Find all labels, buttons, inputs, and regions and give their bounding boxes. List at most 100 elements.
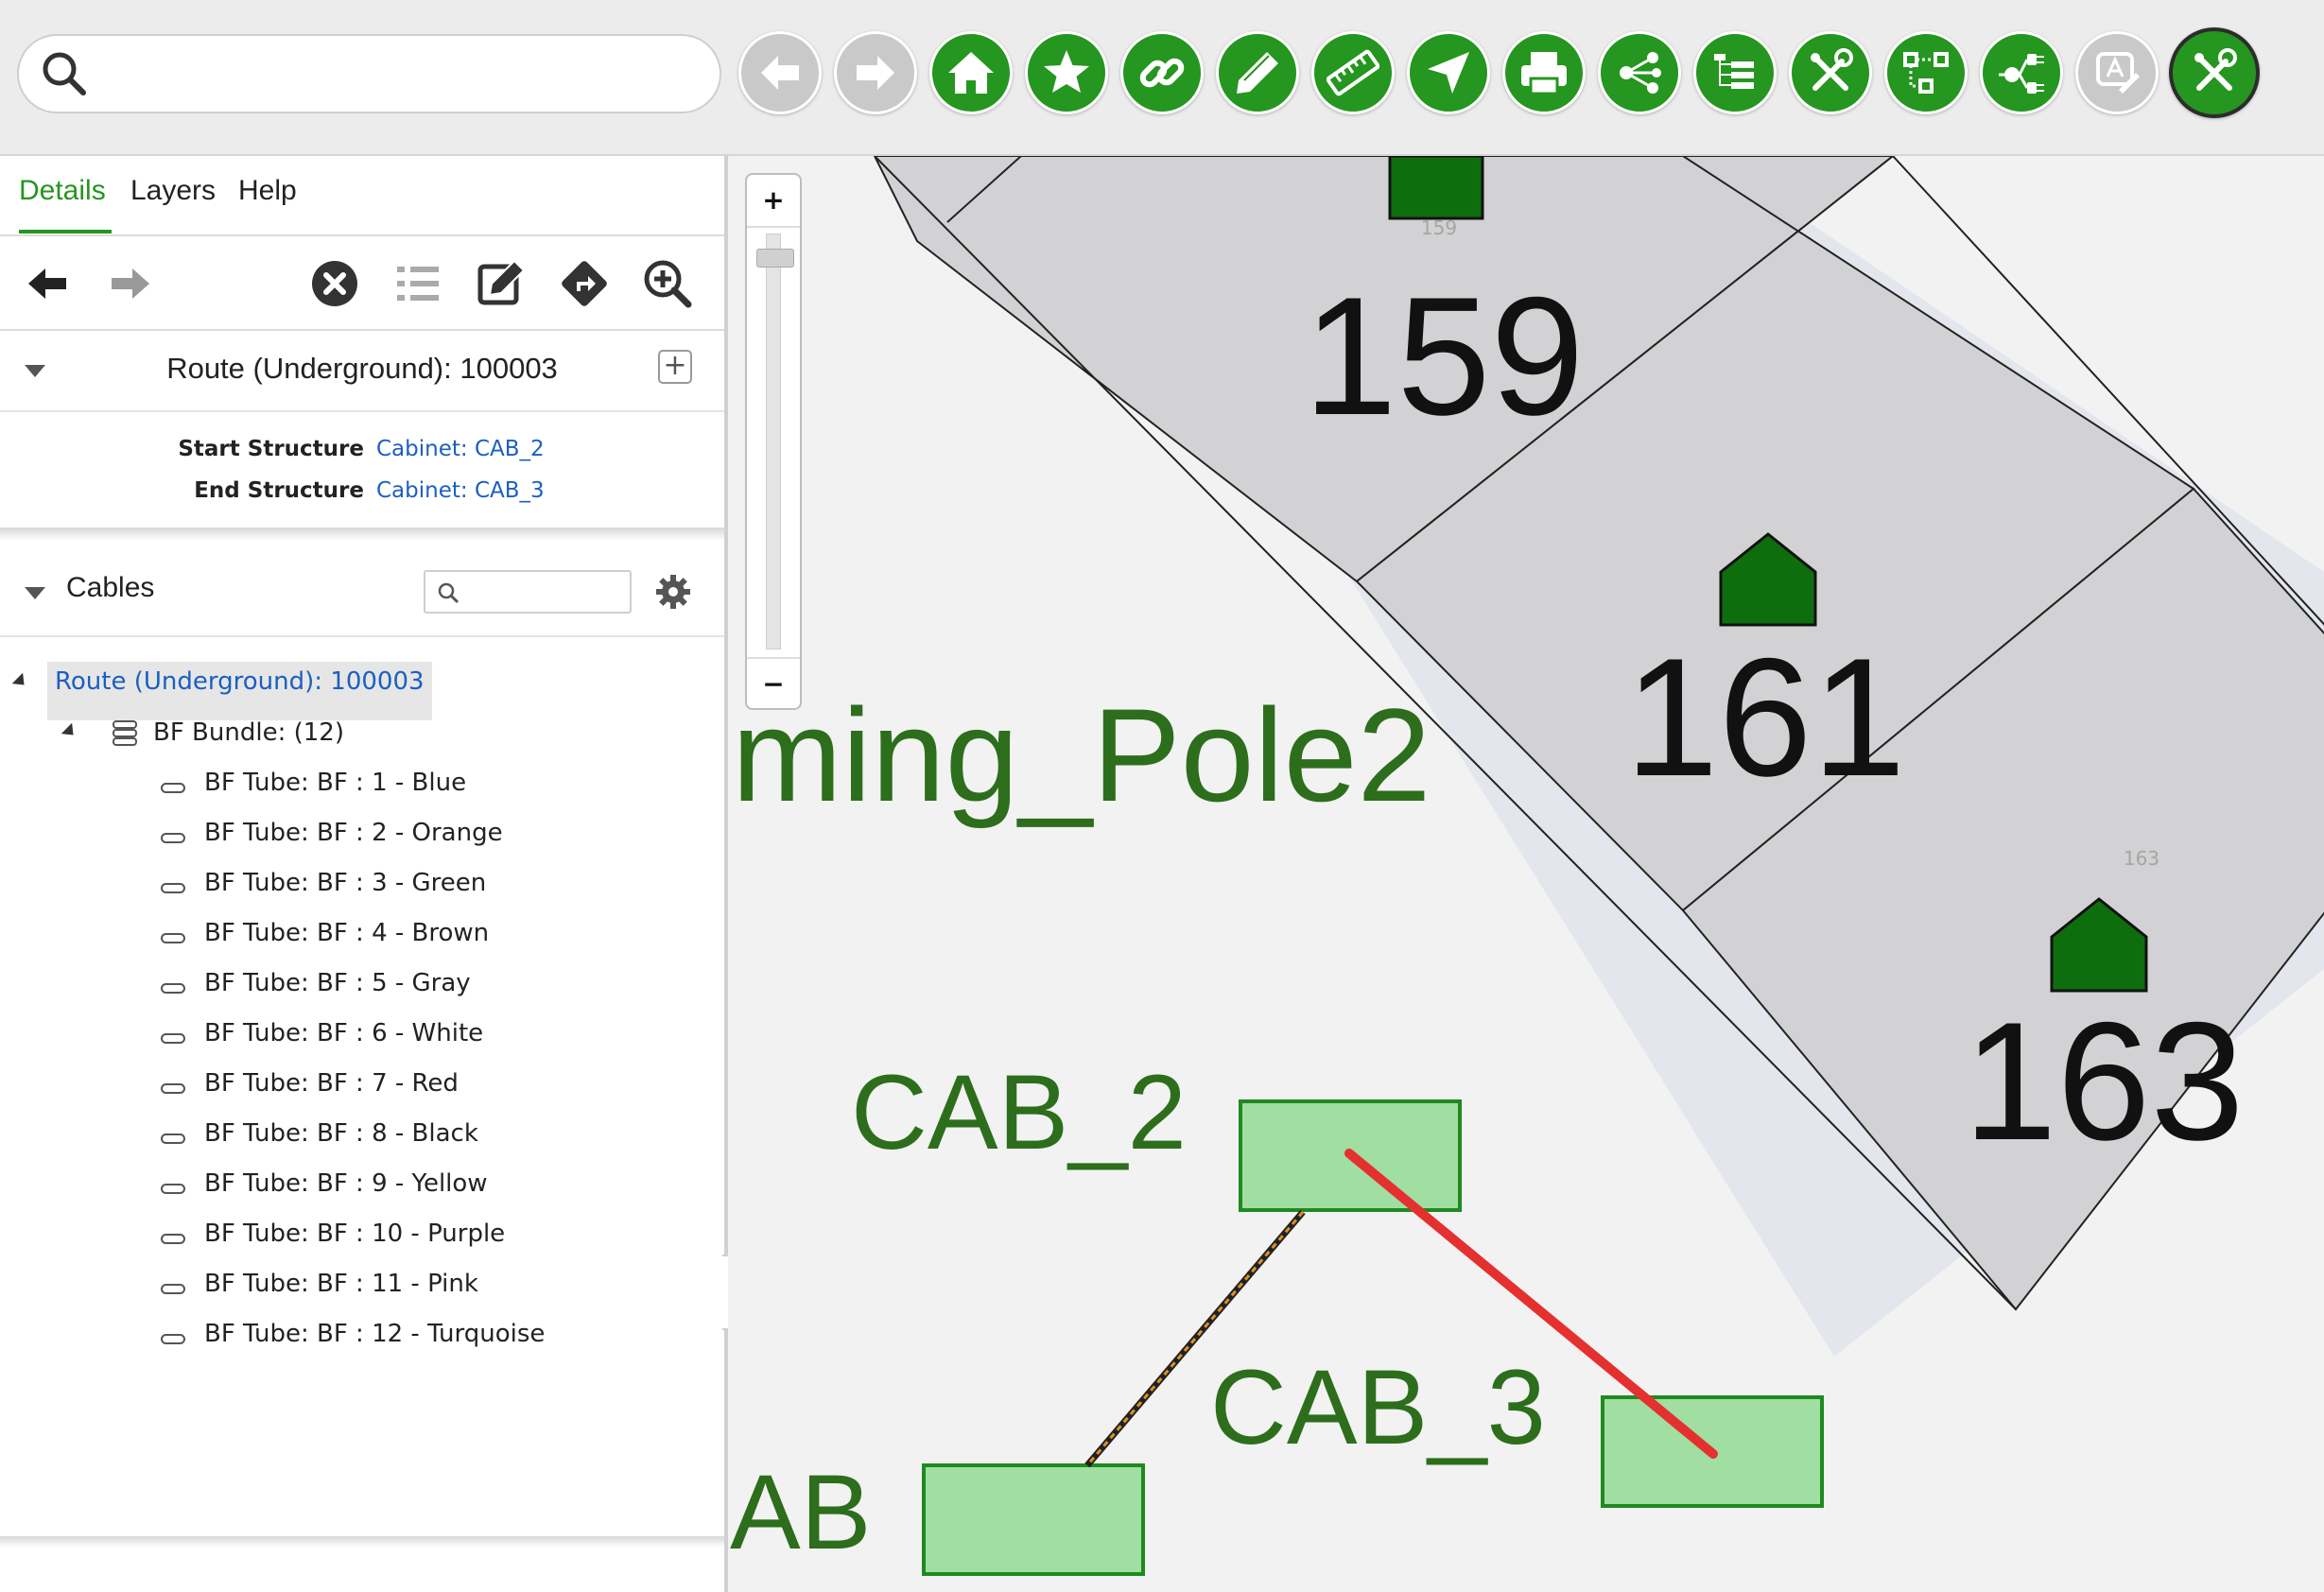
active-tab-indicator	[19, 230, 112, 234]
parcel-number-label: 161	[1625, 623, 1906, 811]
list-icon[interactable]	[391, 257, 444, 310]
tree-tube-item[interactable]: BF Tube: BF : 4 - Brown	[204, 919, 489, 966]
tube-icon	[161, 1033, 185, 1044]
tree-tube-item[interactable]: BF Tube: BF : 8 - Black	[204, 1119, 478, 1167]
link-icon	[1139, 58, 1185, 88]
pencil-icon	[1237, 52, 1278, 94]
zoom-out-button[interactable]: −	[747, 657, 800, 710]
ruler-icon	[1327, 49, 1379, 96]
tree-tube-item[interactable]: BF Tube: BF : 12 - Turquoise	[204, 1320, 545, 1367]
clear-icon[interactable]	[308, 257, 361, 310]
end-structure-label: End Structure	[194, 478, 364, 503]
forward-button[interactable]	[834, 31, 917, 114]
route-properties: Start Structure Cabinet: CAB_2 End Struc…	[0, 412, 724, 528]
end-structure-link[interactable]: Cabinet: CAB_3	[376, 478, 545, 503]
collapse-triangle-icon[interactable]	[25, 587, 45, 599]
directions-icon[interactable]	[558, 257, 611, 310]
zoom-slider-handle[interactable]	[756, 249, 794, 268]
print-button[interactable]	[1502, 31, 1586, 114]
edit-button[interactable]	[1216, 31, 1299, 114]
home-icon	[948, 52, 994, 94]
section-divider	[0, 528, 724, 541]
search-box[interactable]	[17, 34, 721, 113]
arrow-left-icon	[761, 56, 799, 90]
tree-bundle[interactable]: BF Bundle: (12)	[153, 718, 344, 766]
cable-tree: Route (Underground): 100003 BF Bundle: (…	[0, 638, 724, 1385]
tree-tube-item[interactable]: BF Tube: BF : 9 - Yellow	[204, 1169, 488, 1217]
parcel-number-label: 163	[1964, 987, 2245, 1175]
tree-tube-item[interactable]: BF Tube: BF : 5 - Gray	[204, 969, 471, 1016]
tube-icon	[161, 1133, 185, 1144]
active-tools-button[interactable]	[2169, 27, 2260, 118]
hierarchy-button[interactable]	[1693, 31, 1777, 114]
gear-icon[interactable]	[654, 573, 692, 611]
forward-arrow-icon[interactable]	[104, 257, 157, 310]
start-structure-label: Start Structure	[178, 437, 364, 461]
tube-icon	[161, 1184, 185, 1194]
top-toolbar	[0, 0, 2324, 156]
cables-header: Cables	[0, 548, 724, 637]
plug-button[interactable]	[1980, 31, 2063, 114]
start-structure-link[interactable]: Cabinet: CAB_2	[376, 437, 545, 461]
search-icon	[438, 582, 460, 604]
tube-icon	[161, 783, 185, 793]
tree-tube-item[interactable]: BF Tube: BF : 6 - White	[204, 1019, 483, 1066]
cable-search-box[interactable]	[424, 570, 632, 614]
cables-title: Cables	[66, 572, 155, 603]
tree-list-icon	[1714, 54, 1754, 89]
share-icon	[1620, 52, 1661, 94]
tab-details[interactable]: Details	[19, 175, 106, 207]
tree-tube-item[interactable]: BF Tube: BF : 7 - Red	[204, 1069, 459, 1116]
tools-button[interactable]	[1789, 31, 1872, 114]
network-nodes-icon	[1903, 52, 1949, 94]
share-button[interactable]	[1598, 31, 1681, 114]
zoom-in-button[interactable]: +	[747, 175, 800, 228]
navigate-button[interactable]	[1407, 31, 1490, 114]
zoom-to-icon[interactable]	[641, 257, 694, 310]
building-159[interactable]	[1388, 156, 1484, 220]
measure-button[interactable]	[1311, 31, 1395, 114]
cable-search-input[interactable]	[469, 578, 624, 608]
tree-tube-item[interactable]: BF Tube: BF : 2 - Orange	[204, 819, 503, 866]
tree-tube-item[interactable]: BF Tube: BF : 11 - Pink	[204, 1270, 478, 1317]
printer-icon	[1521, 52, 1567, 95]
tube-icon	[161, 1083, 185, 1094]
parcel-small-label: 163	[2124, 847, 2159, 870]
search-input[interactable]	[104, 47, 694, 102]
text-annotation-icon	[2096, 52, 2140, 94]
back-button[interactable]	[738, 31, 822, 114]
tree-tube-item[interactable]: BF Tube: BF : 3 - Green	[204, 869, 486, 916]
tab-help[interactable]: Help	[238, 175, 297, 207]
route-header[interactable]: Route (Underground): 100003 +	[0, 331, 724, 412]
arrow-right-icon	[857, 56, 894, 90]
navigation-arrow-icon	[1428, 52, 1469, 94]
home-button[interactable]	[929, 31, 1013, 114]
edit-details-icon[interactable]	[475, 257, 528, 310]
cabinet-partial[interactable]	[922, 1463, 1145, 1576]
bookmark-button[interactable]	[1025, 31, 1108, 114]
zoom-control: + −	[745, 173, 802, 710]
search-icon	[43, 52, 86, 95]
expand-triangle-icon[interactable]	[61, 722, 79, 741]
connections-button[interactable]	[1884, 31, 1968, 114]
link-button[interactable]	[1120, 31, 1204, 114]
tab-layers[interactable]: Layers	[130, 175, 216, 207]
expand-triangle-icon[interactable]	[11, 672, 30, 691]
panel-bottom-shadow	[0, 1536, 724, 1548]
add-button[interactable]: +	[658, 350, 692, 384]
tree-tube-item[interactable]: BF Tube: BF : 10 - Purple	[204, 1220, 505, 1267]
cab2-label: CAB_2	[851, 1053, 1187, 1171]
details-panel: Details Layers Help Route (Underground):…	[0, 156, 724, 1592]
zoom-slider-track[interactable]	[766, 234, 781, 649]
tools-icon	[2194, 48, 2237, 91]
map-canvas[interactable]: 159 163 159 161 163 ming_Pole2 CAB_2 CAB…	[728, 156, 2324, 1592]
back-arrow-icon[interactable]	[21, 257, 74, 310]
tube-icon	[161, 1284, 185, 1294]
tree-tube-item[interactable]: BF Tube: BF : 1 - Blue	[204, 769, 466, 816]
bundle-icon	[113, 720, 137, 746]
tube-icon	[161, 1334, 185, 1344]
annotate-button[interactable]	[2075, 31, 2159, 114]
tree-root-route[interactable]: Route (Underground): 100003	[47, 662, 432, 720]
parcel-number-label: 159	[1304, 262, 1585, 450]
cab3-label: CAB_3	[1210, 1348, 1546, 1466]
